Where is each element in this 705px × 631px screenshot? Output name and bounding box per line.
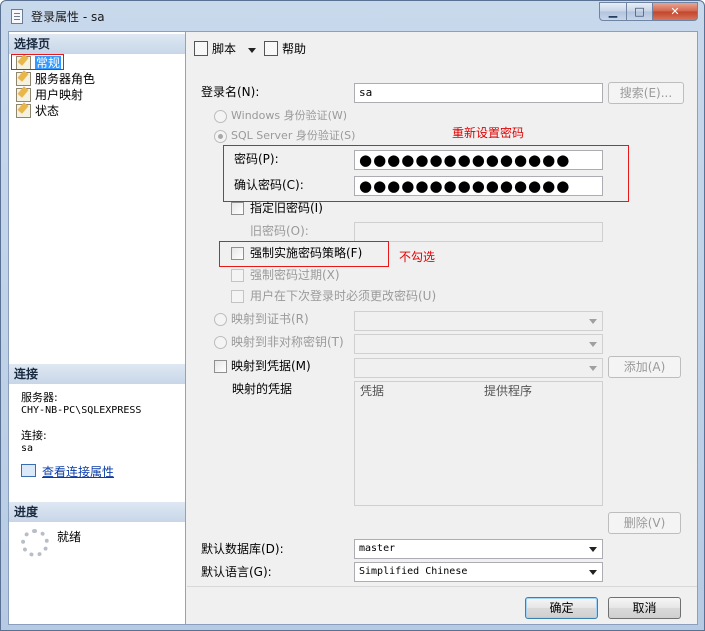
connection-label: 连接: xyxy=(21,429,47,442)
map-cred-dropdown[interactable] xyxy=(354,358,603,378)
progress-status: 就绪 xyxy=(57,530,82,544)
login-properties-window: 登录属性 - sa ▁ □ ✕ 选择页 常规 服务器角色 用户映射 状态 连接 … xyxy=(0,0,705,631)
remove-button[interactable]: 删除(V) xyxy=(608,512,681,534)
ok-button[interactable]: 确定 xyxy=(525,597,598,619)
connection-header: 连接 xyxy=(9,364,185,384)
progress-spinner-icon xyxy=(21,529,49,557)
confirm-password-input[interactable]: ●●●●●●●●●●●●●●● xyxy=(354,176,603,196)
enforce-expiration-label: 强制密码过期(X) xyxy=(250,268,340,282)
map-cred-checkbox[interactable] xyxy=(214,360,227,373)
page-icon xyxy=(16,72,31,86)
page-icon xyxy=(16,104,31,118)
sql-auth-radio[interactable] xyxy=(214,130,227,143)
specify-old-password-checkbox[interactable] xyxy=(231,202,244,215)
cancel-button[interactable]: 取消 xyxy=(608,597,681,619)
page-icon xyxy=(16,88,31,102)
mapped-creds-grid[interactable]: 凭据 提供程序 xyxy=(354,381,603,506)
close-button[interactable]: ✕ xyxy=(652,2,698,21)
grid-col-provider: 提供程序 xyxy=(484,384,533,398)
page-label: 状态 xyxy=(35,104,60,118)
properties-icon xyxy=(21,464,36,477)
specify-old-password-label: 指定旧密码(I) xyxy=(250,201,323,215)
bottom-bar: 确定 取消 xyxy=(187,586,697,624)
select-page-header: 选择页 xyxy=(9,34,185,54)
enforce-expiration-checkbox[interactable] xyxy=(231,269,244,282)
script-icon xyxy=(194,41,208,56)
maximize-button[interactable]: □ xyxy=(626,2,653,21)
help-icon xyxy=(264,41,278,56)
dialog-client: 选择页 常规 服务器角色 用户映射 状态 连接 服务器: CHY-NB-PC\S… xyxy=(8,31,698,625)
grid-col-credential: 凭据 xyxy=(360,384,385,398)
server-value: CHY-NB-PC\SQLEXPRESS xyxy=(21,405,142,416)
map-asym-label: 映射到非对称密钥(T) xyxy=(231,335,344,349)
help-label: 帮助 xyxy=(282,42,307,56)
search-button[interactable]: 搜索(E)... xyxy=(608,82,684,104)
highlight-box-general xyxy=(11,54,64,70)
sql-auth-label: SQL Server 身份验证(S) xyxy=(231,129,356,142)
must-change-checkbox[interactable] xyxy=(231,290,244,303)
script-label: 脚本 xyxy=(212,42,237,56)
add-button[interactable]: 添加(A) xyxy=(608,356,681,378)
must-change-label: 用户在下次登录时必须更改密码(U) xyxy=(250,289,437,303)
page-item-server-roles[interactable]: 服务器角色 xyxy=(16,71,95,87)
page-label: 用户映射 xyxy=(35,88,84,102)
script-button[interactable]: 脚本 xyxy=(194,41,236,57)
windows-auth-label: Windows 身份验证(W) xyxy=(231,109,348,122)
map-asym-radio[interactable] xyxy=(214,336,227,349)
annotation-reset-password: 重新设置密码 xyxy=(452,126,525,140)
connection-value: sa xyxy=(21,443,34,454)
general-page: 登录名(N): sa 搜索(E)... Windows 身份验证(W) SQL … xyxy=(187,66,697,586)
old-password-label: 旧密码(O): xyxy=(250,224,309,238)
password-label: 密码(P): xyxy=(234,152,279,166)
password-input[interactable]: ●●●●●●●●●●●●●●● xyxy=(354,150,603,170)
map-cert-radio[interactable] xyxy=(214,313,227,326)
document-icon xyxy=(11,9,23,24)
mapped-creds-label: 映射的凭据 xyxy=(232,382,293,396)
page-item-status[interactable]: 状态 xyxy=(16,103,59,119)
enforce-policy-checkbox[interactable] xyxy=(231,247,244,260)
script-dropdown-icon[interactable] xyxy=(248,48,256,53)
windows-auth-radio[interactable] xyxy=(214,110,227,123)
confirm-password-label: 确认密码(C): xyxy=(234,178,304,192)
annotation-uncheck: 不勾选 xyxy=(399,250,436,264)
map-asym-dropdown[interactable] xyxy=(354,334,603,354)
help-button[interactable]: 帮助 xyxy=(264,41,306,57)
map-cert-label: 映射到证书(R) xyxy=(231,312,309,326)
old-password-input[interactable] xyxy=(354,222,603,242)
login-name-label: 登录名(N): xyxy=(201,85,260,99)
map-cert-dropdown[interactable] xyxy=(354,311,603,331)
title-bar: 登录属性 - sa ▁ □ ✕ xyxy=(1,1,704,31)
minimize-button[interactable]: ▁ xyxy=(599,2,627,21)
default-db-label: 默认数据库(D): xyxy=(201,542,284,556)
page-label: 服务器角色 xyxy=(35,72,96,86)
default-db-dropdown[interactable]: master xyxy=(354,539,603,559)
default-lang-label: 默认语言(G): xyxy=(201,565,272,579)
login-name-input[interactable]: sa xyxy=(354,83,603,103)
progress-header: 进度 xyxy=(9,502,185,522)
map-cred-label: 映射到凭据(M) xyxy=(231,359,311,373)
view-connection-properties-link[interactable]: 查看连接属性 xyxy=(42,463,114,480)
left-pane: 选择页 常规 服务器角色 用户映射 状态 连接 服务器: CHY-NB-PC\S… xyxy=(9,32,186,624)
page-item-user-mapping[interactable]: 用户映射 xyxy=(16,87,83,103)
server-label: 服务器: xyxy=(21,391,58,404)
default-lang-dropdown[interactable]: Simplified Chinese xyxy=(354,562,603,582)
toolbar: 脚本 帮助 xyxy=(186,32,697,66)
window-title: 登录属性 - sa xyxy=(31,10,105,24)
enforce-policy-label: 强制实施密码策略(F) xyxy=(250,246,363,260)
